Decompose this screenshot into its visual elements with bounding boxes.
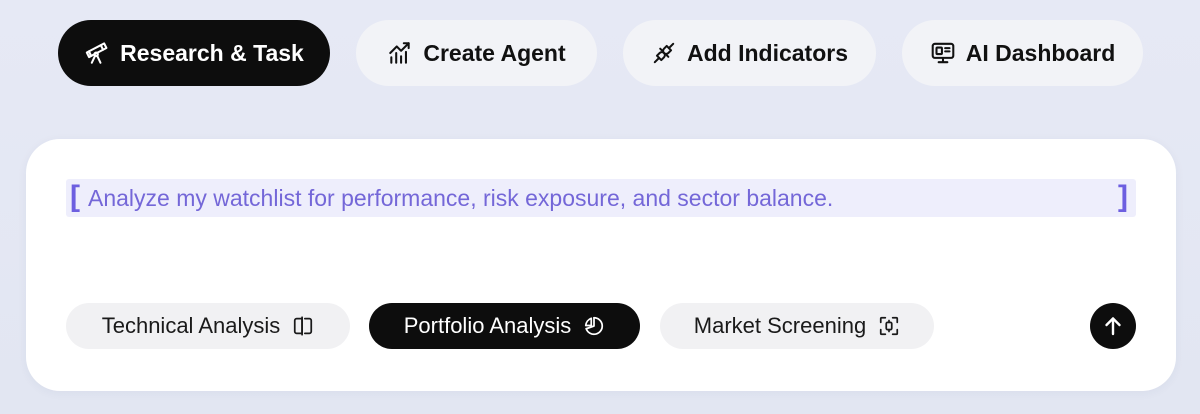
send-button[interactable] — [1090, 303, 1136, 349]
split-panel-icon — [292, 315, 314, 337]
pie-chart-icon — [583, 315, 605, 337]
portfolio-analysis-label: Portfolio Analysis — [403, 313, 572, 338]
research-task-label: Research & Task — [120, 39, 304, 66]
arrow-up-icon — [1105, 317, 1121, 336]
technical-analysis-chip[interactable]: Technical Analysis — [66, 303, 350, 349]
create-agent-label: Create Agent — [423, 39, 566, 66]
technical-analysis-label: Technical Analysis — [101, 313, 281, 338]
research-task-button[interactable]: Research & Task — [58, 20, 330, 86]
scan-focus-icon — [878, 315, 900, 337]
create-agent-button[interactable]: Create Agent — [356, 20, 597, 86]
prompt-composer: [ Analyze my watchlist for performance, … — [26, 139, 1176, 391]
telescope-icon — [84, 40, 110, 66]
portfolio-analysis-chip[interactable]: Portfolio Analysis — [369, 303, 640, 349]
plug-connect-icon — [651, 40, 677, 66]
chart-growth-icon — [387, 40, 413, 66]
prompt-text: Analyze my watchlist for performance, ri… — [88, 184, 834, 211]
prompt-bracket-open: [ — [70, 179, 80, 213]
prompt-input[interactable]: [ Analyze my watchlist for performance, … — [66, 179, 1136, 217]
ai-dashboard-button[interactable]: AI Dashboard — [902, 20, 1143, 86]
add-indicators-label: Add Indicators — [686, 39, 848, 66]
monitor-dashboard-icon — [930, 40, 956, 66]
add-indicators-button[interactable]: Add Indicators — [623, 20, 876, 86]
market-screening-label: Market Screening — [693, 313, 867, 338]
prompt-bracket-close: ] — [1118, 179, 1128, 213]
ai-dashboard-label: AI Dashboard — [965, 39, 1116, 66]
page: Research & Task Create Agent Add Indicat… — [0, 0, 1200, 414]
mode-bar: Research & Task Create Agent Add Indicat… — [0, 20, 1200, 86]
market-screening-chip[interactable]: Market Screening — [660, 303, 934, 349]
